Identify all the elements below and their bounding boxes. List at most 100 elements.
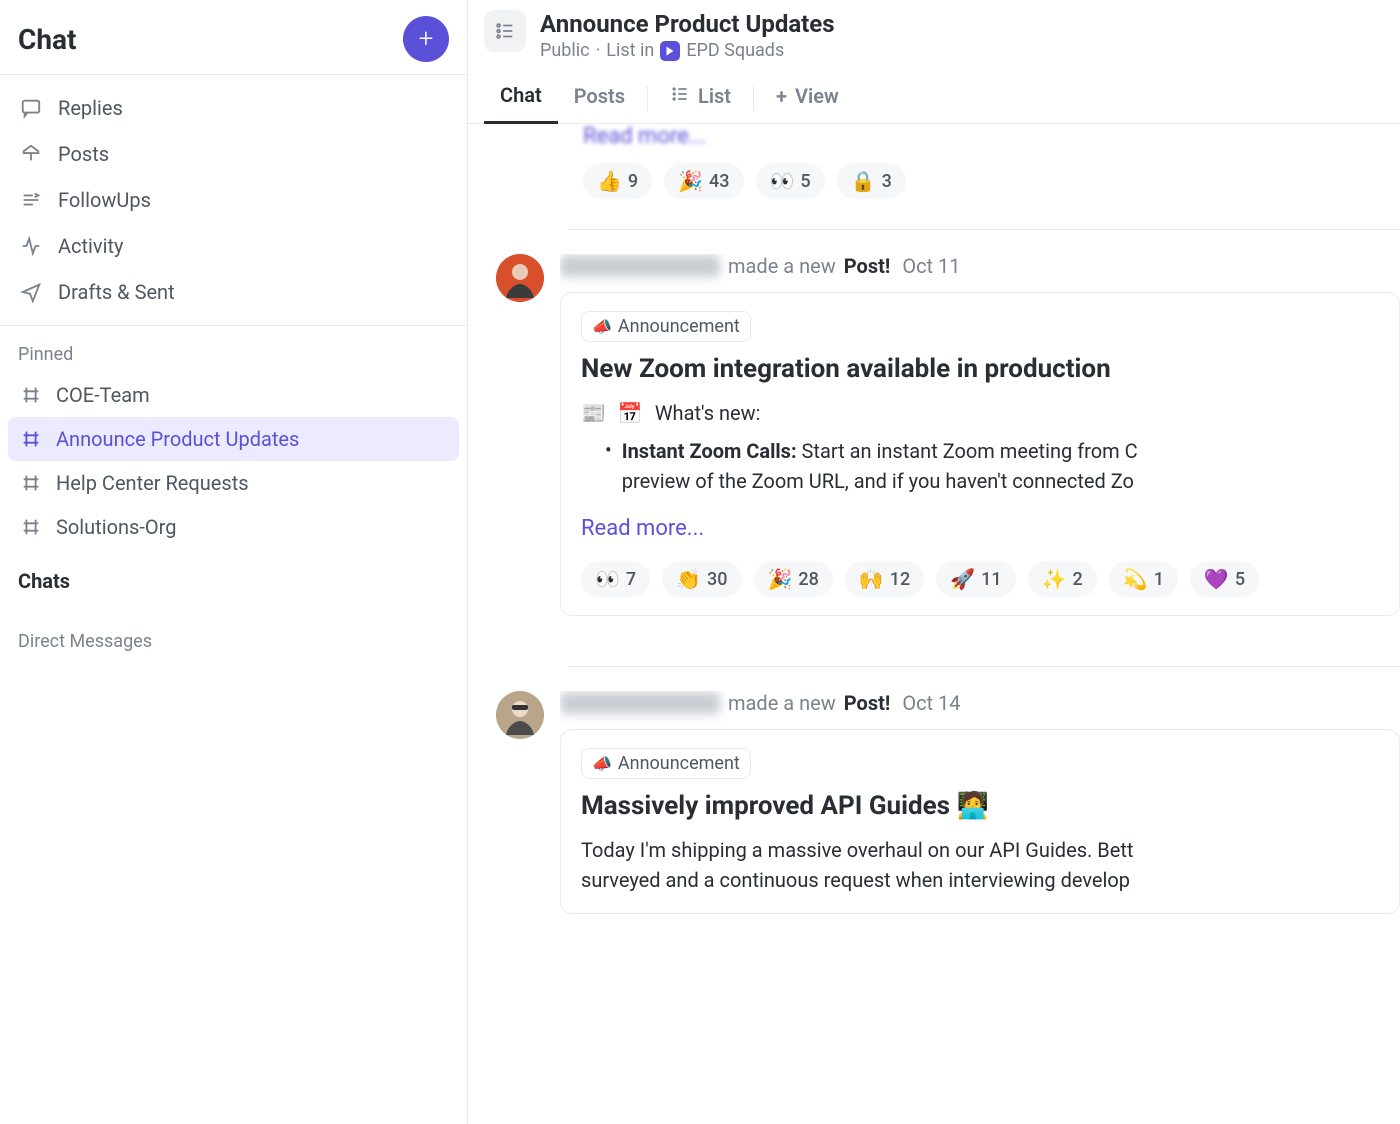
replies-icon <box>20 97 42 119</box>
post-card[interactable]: 📣 Announcement Massively improved API Gu… <box>560 729 1400 914</box>
pinned-label: Pinned <box>0 326 467 373</box>
nav-label: FollowUps <box>58 188 151 212</box>
avatar[interactable] <box>496 691 544 739</box>
post-content: 📰 📅 What's new: • Instant Zoom Calls: St… <box>581 398 1379 545</box>
pinned-label-text: Help Center Requests <box>56 471 249 495</box>
post-byline: made a new Post! Oct 11 <box>560 254 1400 278</box>
reaction-tada[interactable]: 🎉28 <box>754 561 833 597</box>
sidebar-header: Chat + <box>0 0 467 74</box>
nav-replies[interactable]: Replies <box>6 85 461 131</box>
visibility-label: Public <box>540 40 590 61</box>
pinned-label-text: Announce Product Updates <box>56 427 299 451</box>
post-title: Massively improved API Guides 🧑‍💻 <box>581 791 1379 821</box>
reaction-sparkles[interactable]: ✨2 <box>1028 561 1097 597</box>
post-date: Oct 11 <box>902 254 960 278</box>
tada-icon: 🎉 <box>768 567 793 591</box>
feed: Read more... 👍9 🎉43 👀5 🔒3 made a new Pos… <box>468 124 1400 1124</box>
channel-icon <box>20 516 42 538</box>
sidebar: Chat + Replies Posts FollowUps <box>0 0 468 1124</box>
nav-posts[interactable]: Posts <box>6 131 461 177</box>
post-title: New Zoom integration available in produc… <box>581 354 1379 384</box>
list-icon <box>670 84 690 109</box>
read-more-link[interactable]: Read more... <box>581 512 704 545</box>
megaphone-icon: 📣 <box>592 754 612 773</box>
lock-icon: 🔒 <box>851 169 876 193</box>
nav-activity[interactable]: Activity <box>6 223 461 269</box>
nav-followups[interactable]: FollowUps <box>6 177 461 223</box>
announcement-tag[interactable]: 📣 Announcement <box>581 748 751 779</box>
tab-list[interactable]: List <box>654 74 747 123</box>
reaction-eyes[interactable]: 👀7 <box>581 561 650 597</box>
tab-chat[interactable]: Chat <box>484 73 558 124</box>
reaction-lock[interactable]: 🔒3 <box>837 163 906 199</box>
tada-icon: 🎉 <box>678 169 703 193</box>
nav-drafts-sent[interactable]: Drafts & Sent <box>6 269 461 315</box>
reaction-eyes[interactable]: 👀5 <box>756 163 825 199</box>
followups-icon <box>20 189 42 211</box>
tab-add-view[interactable]: + View <box>760 74 855 122</box>
sidebar-title: Chat <box>18 23 76 56</box>
chats-section-label[interactable]: Chats <box>0 549 467 601</box>
tabs: Chat Posts List + View <box>468 61 1400 124</box>
raised-hands-icon: 🙌 <box>859 567 884 591</box>
channel-header: Announce Product Updates Public · List i… <box>468 0 1400 61</box>
rocket-icon: 🚀 <box>950 567 975 591</box>
post-byline: made a new Post! Oct 14 <box>560 691 1400 715</box>
reaction-raised-hands[interactable]: 🙌12 <box>845 561 924 597</box>
pinned-coe-team[interactable]: COE-Team <box>8 373 459 417</box>
thumbsup-icon: 👍 <box>597 169 622 193</box>
dm-section-label[interactable]: Direct Messages <box>0 601 467 660</box>
post-content: Today I'm shipping a massive overhaul on… <box>581 835 1379 895</box>
dizzy-icon: 💫 <box>1123 567 1148 591</box>
nav-label: Drafts & Sent <box>58 280 175 304</box>
megaphone-icon: 📣 <box>592 317 612 336</box>
reaction-dizzy[interactable]: 💫1 <box>1109 561 1178 597</box>
post-item: made a new Post! Oct 14 📣 Announcement M… <box>488 691 1400 914</box>
post-card[interactable]: 📣 Announcement New Zoom integration avai… <box>560 292 1400 616</box>
nav-label: Posts <box>58 142 109 166</box>
read-more-link[interactable]: Read more... <box>488 124 1400 149</box>
channel-avatar-icon[interactable] <box>484 10 526 52</box>
post-separator <box>568 666 1400 667</box>
reaction-rocket[interactable]: 🚀11 <box>936 561 1015 597</box>
post-item: made a new Post! Oct 11 📣 Announcement N… <box>488 254 1400 616</box>
tab-posts[interactable]: Posts <box>558 74 641 122</box>
sparkles-icon: ✨ <box>1042 567 1067 591</box>
pinned-label-text: COE-Team <box>56 383 150 407</box>
reactions-row: 👍9 🎉43 👀5 🔒3 <box>488 163 1400 199</box>
announcement-tag[interactable]: 📣 Announcement <box>581 311 751 342</box>
author-name-redacted <box>560 255 720 277</box>
reaction-thumbsup[interactable]: 👍9 <box>583 163 652 199</box>
reactions-row: 👀7 👏30 🎉28 🙌12 🚀11 ✨2 💫1 💜5 <box>581 561 1379 597</box>
avatar[interactable] <box>496 254 544 302</box>
posts-icon <box>20 143 42 165</box>
pinned-label-text: Solutions-Org <box>56 515 176 539</box>
pinned-solutions-org[interactable]: Solutions-Org <box>8 505 459 549</box>
nav-list: Replies Posts FollowUps Activity Drafts … <box>0 75 467 325</box>
reaction-clap[interactable]: 👏30 <box>662 561 741 597</box>
epd-badge-icon <box>660 41 680 61</box>
channel-icon <box>20 384 42 406</box>
list-name[interactable]: EPD Squads <box>686 40 784 61</box>
channel-icon <box>20 472 42 494</box>
tab-separator <box>753 86 754 110</box>
clap-icon: 👏 <box>676 567 701 591</box>
nav-label: Replies <box>58 96 123 120</box>
main-panel: Announce Product Updates Public · List i… <box>468 0 1400 1124</box>
reaction-heart[interactable]: 💜5 <box>1190 561 1259 597</box>
list-prefix: List in <box>606 40 654 61</box>
pinned-help-center-requests[interactable]: Help Center Requests <box>8 461 459 505</box>
heart-icon: 💜 <box>1204 567 1229 591</box>
eyes-icon: 👀 <box>595 567 620 591</box>
channel-icon <box>20 428 42 450</box>
pinned-announce-product-updates[interactable]: Announce Product Updates <box>8 417 459 461</box>
reaction-tada[interactable]: 🎉43 <box>664 163 743 199</box>
compose-button[interactable]: + <box>403 16 449 62</box>
tab-separator <box>647 86 648 110</box>
pinned-list: COE-Team Announce Product Updates Help C… <box>0 373 467 549</box>
bullet-icon: • <box>605 436 612 496</box>
post-separator <box>568 229 1400 230</box>
author-name-redacted <box>560 692 720 714</box>
channel-meta: Public · List in EPD Squads <box>540 40 835 61</box>
activity-icon <box>20 235 42 257</box>
